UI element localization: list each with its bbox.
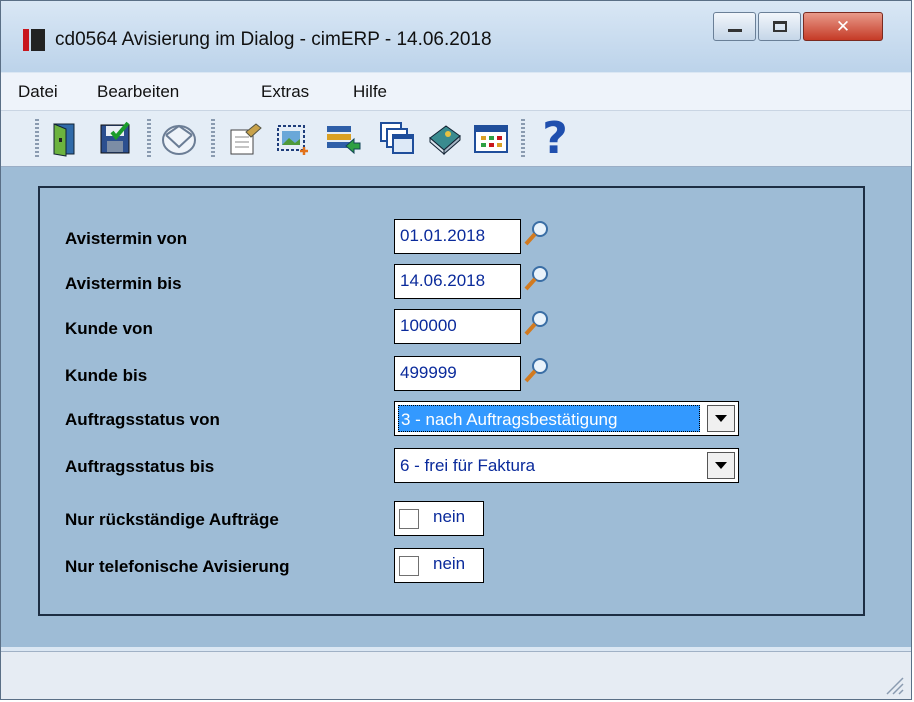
nur-telefonische-checkbox[interactable] — [399, 556, 419, 576]
edit-document-icon — [230, 123, 262, 155]
menu-datei[interactable]: Datei — [18, 82, 58, 102]
close-button[interactable]: ✕ — [803, 12, 883, 41]
avistermin-bis-input[interactable]: 14.06.2018 — [394, 264, 521, 299]
nur-rueckstaendige-value: nein — [433, 507, 466, 526]
window-title: cd0564 Avisierung im Dialog - cimERP - 1… — [55, 29, 492, 50]
maximize-icon — [772, 21, 787, 32]
table-button[interactable] — [469, 117, 513, 161]
status-bar — [1, 651, 911, 699]
menu-extras[interactable]: Extras — [261, 82, 309, 102]
avistermin-bis-label: Avistermin bis — [65, 274, 182, 293]
save-icon — [100, 121, 130, 154]
kunde-bis-label: Kunde bis — [65, 366, 148, 385]
chevron-down-icon — [715, 462, 727, 469]
auftragsstatus-von-label: Auftragsstatus von — [65, 410, 220, 429]
auftragsstatus-bis-value: 6 - frei für Faktura — [400, 456, 536, 475]
kunde-von-search-icon[interactable] — [522, 308, 552, 338]
nur-telefonische-label: Nur telefonische Avisierung — [65, 557, 290, 576]
mail-button[interactable] — [157, 117, 201, 161]
close-icon: ✕ — [835, 16, 851, 37]
exit-button[interactable] — [43, 117, 87, 161]
nur-telefonische-field[interactable]: nein — [394, 548, 484, 583]
save-button[interactable] — [93, 117, 137, 161]
auftragsstatus-bis-select[interactable]: 6 - frei für Faktura — [394, 448, 739, 483]
book-icon — [429, 125, 461, 156]
avistermin-bis-search-icon[interactable] — [522, 263, 552, 293]
help-button[interactable]: ? — [533, 117, 577, 161]
transfer-button[interactable] — [321, 117, 365, 161]
menu-hilfe[interactable]: Hilfe — [353, 82, 387, 102]
auftragsstatus-von-select[interactable]: 3 - nach Auftragsbestätigung — [394, 401, 739, 436]
auftragsstatus-von-dropdown-button[interactable] — [707, 405, 735, 432]
maximize-button[interactable] — [758, 12, 801, 41]
avistermin-von-search-icon[interactable] — [522, 218, 552, 248]
auftragsstatus-bis-label: Auftragsstatus bis — [65, 457, 215, 476]
title-bar[interactable]: cd0564 Avisierung im Dialog - cimERP - 1… — [1, 1, 911, 72]
exit-door-icon — [53, 123, 75, 157]
app-window: cd0564 Avisierung im Dialog - cimERP - 1… — [0, 0, 912, 700]
minimize-button[interactable] — [713, 12, 756, 41]
toolbar-separator — [211, 119, 215, 159]
kunde-bis-search-icon[interactable] — [522, 355, 552, 385]
nur-rueckstaendige-label: Nur rückständige Aufträge — [65, 510, 279, 529]
kunde-von-input[interactable]: 100000 — [394, 309, 521, 344]
chevron-down-icon — [715, 415, 727, 422]
help-icon: ? — [542, 113, 568, 164]
new-record-icon — [277, 125, 308, 155]
nur-rueckstaendige-field[interactable]: nein — [394, 501, 484, 536]
toolbar-separator — [521, 119, 525, 159]
windows-button[interactable] — [375, 117, 419, 161]
windows-icon — [380, 122, 414, 154]
avistermin-von-input[interactable]: 01.01.2018 — [394, 219, 521, 254]
table-icon — [474, 125, 508, 153]
menu-bearbeiten[interactable]: Bearbeiten — [97, 82, 179, 102]
envelope-icon — [162, 124, 196, 155]
toolbar-separator — [147, 119, 151, 159]
toolbar: ? — [1, 111, 911, 167]
app-logo-icon — [23, 29, 45, 51]
nur-telefonische-value: nein — [433, 554, 466, 573]
auftragsstatus-bis-dropdown-button[interactable] — [707, 452, 735, 479]
minimize-icon — [727, 29, 742, 32]
edit-button[interactable] — [223, 117, 267, 161]
menu-bar: Datei Bearbeiten Extras Hilfe — [1, 73, 911, 111]
new-record-button[interactable] — [271, 117, 315, 161]
kunde-von-label: Kunde von — [65, 319, 153, 338]
transfer-list-icon — [327, 126, 361, 155]
toolbar-grip — [35, 119, 39, 159]
kunde-bis-input[interactable]: 499999 — [394, 356, 521, 391]
dialog-content: Avistermin von 01.01.2018 Avistermin bis… — [1, 167, 911, 647]
avistermin-von-label: Avistermin von — [65, 229, 188, 248]
filter-group-box: Avistermin von 01.01.2018 Avistermin bis… — [38, 186, 865, 616]
resize-grip-icon[interactable] — [883, 674, 905, 696]
auftragsstatus-von-value: 3 - nach Auftragsbestätigung — [398, 405, 700, 432]
book-button[interactable] — [423, 117, 467, 161]
nur-rueckstaendige-checkbox[interactable] — [399, 509, 419, 529]
